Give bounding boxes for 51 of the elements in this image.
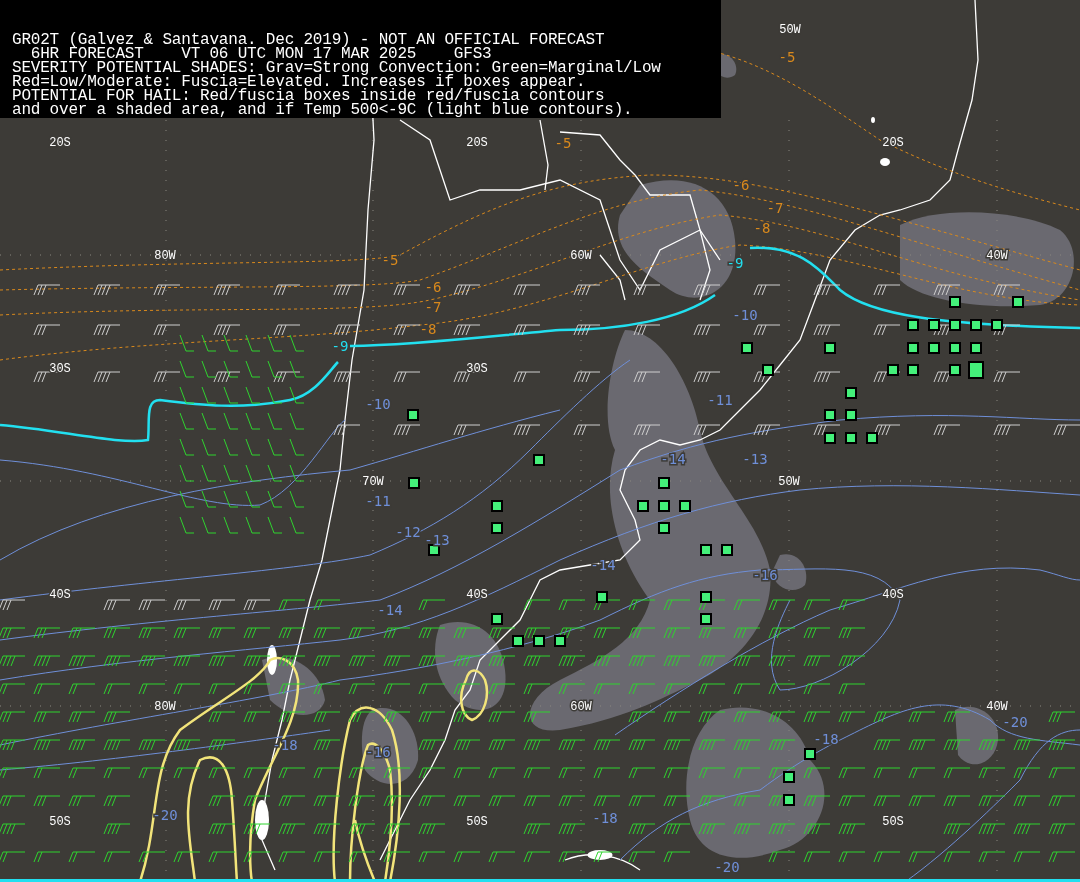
grid-label: 50W [779, 23, 801, 37]
grid-label: 60W [570, 700, 592, 714]
grid-label: 50W [778, 475, 800, 489]
contour-label: -18 [592, 810, 618, 826]
grid-label: 30S [49, 362, 71, 376]
legend-line: GR02T (Galvez & Santavana. Dec 2019) - NOT AN OFFICIAL FORECAST [12, 33, 606, 47]
contour-label: -6 [424, 279, 442, 295]
contour-label: -13 [742, 451, 768, 467]
contour-label: -7 [424, 299, 442, 315]
contour-label: -9 [331, 338, 349, 354]
grid-label: 40S [49, 588, 71, 602]
contour-label: -12 [395, 524, 421, 540]
legend-line: SEVERITY POTENTIAL SHADES: Grav=Strong Convection: Green=Marginal/Low [12, 61, 662, 75]
grid-label: 40S [466, 588, 488, 602]
contour-label: -8 [753, 220, 771, 236]
grid-label: 50S [49, 815, 71, 829]
grid-label: 60W [570, 249, 592, 263]
grid-label: 80W [154, 700, 176, 714]
grid-label: 30S [466, 362, 488, 376]
grid-label: 80W [154, 249, 176, 263]
contour-label: -5 [554, 135, 572, 151]
grid-label: 40W [986, 700, 1008, 714]
grid-label: 20S [466, 136, 488, 150]
contour-label: -20 [1002, 714, 1028, 730]
contour-label: -5 [778, 49, 796, 65]
contour-label: -8 [419, 321, 437, 337]
legend-line: POTENTIAL FOR HAIL: Red/fuscia boxes inside red/fuscia contours [12, 89, 605, 103]
contour-label: -9 [726, 255, 744, 271]
grid-label: 20S [49, 136, 71, 150]
legend-line: and over a shaded area, and if Temp 500<-9C (light blue contours). [12, 103, 634, 117]
contour-label: -16 [752, 567, 778, 583]
grid-label: 40S [882, 588, 904, 602]
contour-label: -18 [813, 731, 839, 747]
contour-label: -10 [732, 307, 758, 323]
grid-label: 20S [882, 136, 904, 150]
contour-label: -6 [732, 177, 750, 193]
contour-label: -13 [424, 532, 450, 548]
legend-line: Red=Low/Moderate: Fuscia=Elevated. Increases if boxes appear. [12, 75, 586, 89]
grid-label: 50S [882, 815, 904, 829]
grid-label: 70W [362, 475, 384, 489]
grid-label: 50S [466, 815, 488, 829]
contour-label: -5 [381, 252, 399, 268]
contour-label: -7 [766, 200, 784, 216]
contour-label: -11 [365, 493, 391, 509]
legend-line: 6HR FORECAST VT 06 UTC MON 17 MAR 2025 GFS3 [30, 47, 492, 61]
contour-label: -14 [377, 602, 403, 618]
grid-label: 40W [986, 249, 1008, 263]
contour-label: -10 [365, 396, 391, 412]
contour-label: -14 [660, 451, 686, 467]
contour-label: -20 [714, 859, 740, 875]
contour-label: -11 [707, 392, 733, 408]
